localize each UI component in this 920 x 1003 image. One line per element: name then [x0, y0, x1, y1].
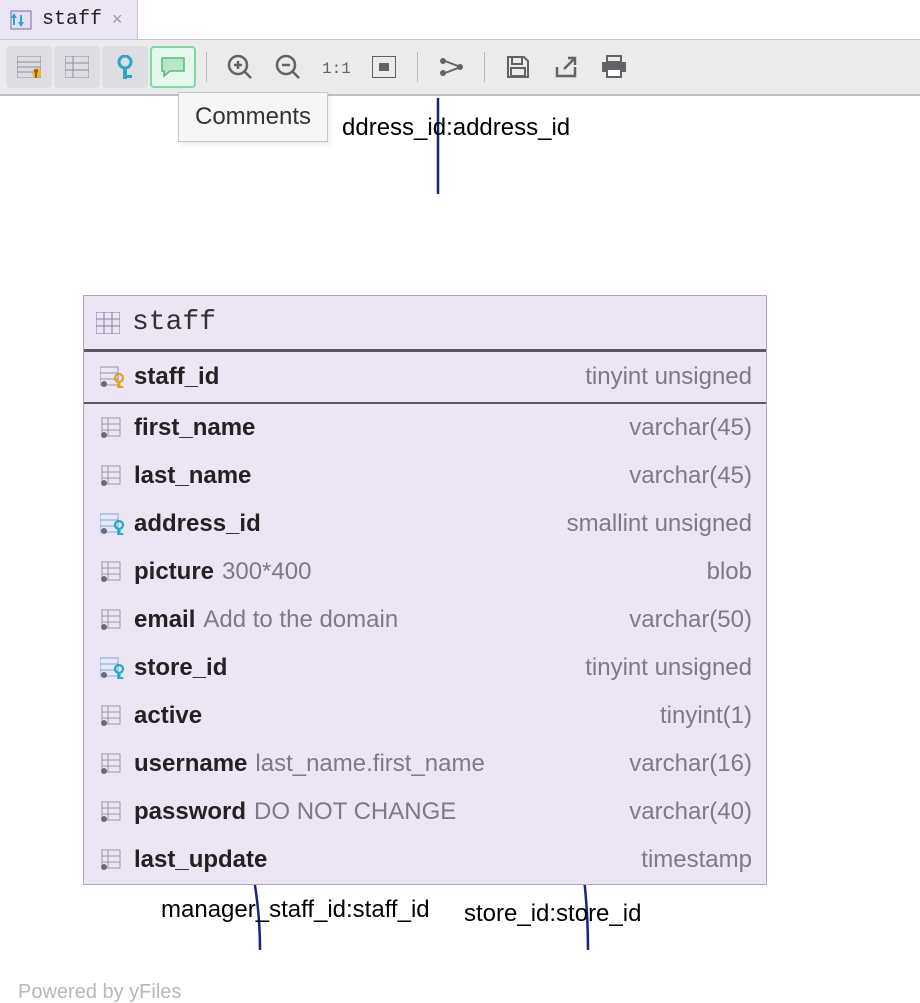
column-row[interactable]: first_name varchar(45): [84, 404, 766, 452]
diagram-canvas[interactable]: ddress_id:address_id manager_staff_id:st…: [0, 98, 920, 988]
column-type: blob: [707, 558, 752, 586]
zoom-out-button[interactable]: [265, 46, 311, 88]
column-icon: [98, 609, 126, 631]
table-icon: [96, 312, 120, 334]
column-type: varchar(40): [629, 798, 752, 826]
column-type: varchar(45): [629, 462, 752, 490]
column-row[interactable]: picture 300*400 blob: [84, 548, 766, 596]
export-button[interactable]: [543, 46, 589, 88]
column-row[interactable]: store_id tinyint unsigned: [84, 644, 766, 692]
column-comment: last_name.first_name: [255, 750, 484, 778]
toolbar-sep: [417, 52, 418, 82]
layout-button[interactable]: [428, 46, 474, 88]
relation-label-br: store_id:store_id: [464, 902, 641, 926]
column-type: varchar(16): [629, 750, 752, 778]
tooltip-comments: Comments: [178, 92, 328, 142]
column-name: active: [134, 702, 202, 730]
column-name: username: [134, 750, 247, 778]
column-row[interactable]: username last_name.first_name varchar(16): [84, 740, 766, 788]
column-type: tinyint unsigned: [585, 363, 752, 391]
column-name: password: [134, 798, 246, 826]
column-type: timestamp: [641, 846, 752, 874]
fk-icon: [98, 513, 126, 535]
column-icon: [98, 801, 126, 823]
column-name: store_id: [134, 654, 227, 682]
tab-label: staff: [42, 10, 102, 30]
detail-view-button[interactable]: [6, 46, 52, 88]
column-row[interactable]: address_id smallint unsigned: [84, 500, 766, 548]
column-row[interactable]: email Add to the domain varchar(50): [84, 596, 766, 644]
relation-label-top: ddress_id:address_id: [342, 116, 570, 140]
column-comment: Add to the domain: [203, 606, 398, 634]
column-icon: [98, 465, 126, 487]
tab-bar: staff ×: [0, 0, 920, 40]
column-type: tinyint(1): [660, 702, 752, 730]
column-name: email: [134, 606, 195, 634]
column-row[interactable]: last_update timestamp: [84, 836, 766, 884]
column-icon: [98, 417, 126, 439]
column-icon: [98, 705, 126, 727]
fit-content-button[interactable]: [361, 46, 407, 88]
zoom-in-button[interactable]: [217, 46, 263, 88]
compact-view-button[interactable]: [54, 46, 100, 88]
powered-by-label: Powered by yFiles: [18, 982, 181, 1002]
save-button[interactable]: [495, 46, 541, 88]
column-name: first_name: [134, 414, 255, 442]
column-type: varchar(45): [629, 414, 752, 442]
toolbar-sep: [484, 52, 485, 82]
column-icon: [98, 561, 126, 583]
diagram-icon: [10, 10, 32, 30]
column-comment: 300*400: [222, 558, 311, 586]
column-row[interactable]: staff_id tinyint unsigned: [84, 352, 766, 404]
close-icon[interactable]: ×: [112, 9, 123, 30]
column-row[interactable]: password DO NOT CHANGE varchar(40): [84, 788, 766, 836]
table-name: staff: [132, 309, 216, 337]
fk-icon: [98, 657, 126, 679]
column-type: smallint unsigned: [567, 510, 752, 538]
tab-staff[interactable]: staff ×: [0, 0, 138, 39]
pk-icon: [98, 366, 126, 388]
column-name: last_name: [134, 462, 251, 490]
column-row[interactable]: active tinyint(1): [84, 692, 766, 740]
column-type: varchar(50): [629, 606, 752, 634]
toolbar: 1:1 Comments: [0, 40, 920, 96]
column-comment: DO NOT CHANGE: [254, 798, 456, 826]
print-button[interactable]: [591, 46, 637, 88]
column-name: staff_id: [134, 363, 219, 391]
toolbar-sep: [206, 52, 207, 82]
key-columns-button[interactable]: [102, 46, 148, 88]
column-name: picture: [134, 558, 214, 586]
comments-button[interactable]: [150, 46, 196, 88]
column-type: tinyint unsigned: [585, 654, 752, 682]
column-icon: [98, 753, 126, 775]
column-name: address_id: [134, 510, 261, 538]
table-header[interactable]: staff: [84, 296, 766, 352]
column-name: last_update: [134, 846, 267, 874]
svg-text:1:1: 1:1: [322, 60, 350, 77]
column-row[interactable]: last_name varchar(45): [84, 452, 766, 500]
table-staff[interactable]: staff staff_idtinyint unsignedfirst_name…: [83, 295, 767, 885]
relation-label-bl: manager_staff_id:staff_id: [161, 898, 430, 922]
column-icon: [98, 849, 126, 871]
actual-size-button[interactable]: 1:1: [313, 46, 359, 88]
